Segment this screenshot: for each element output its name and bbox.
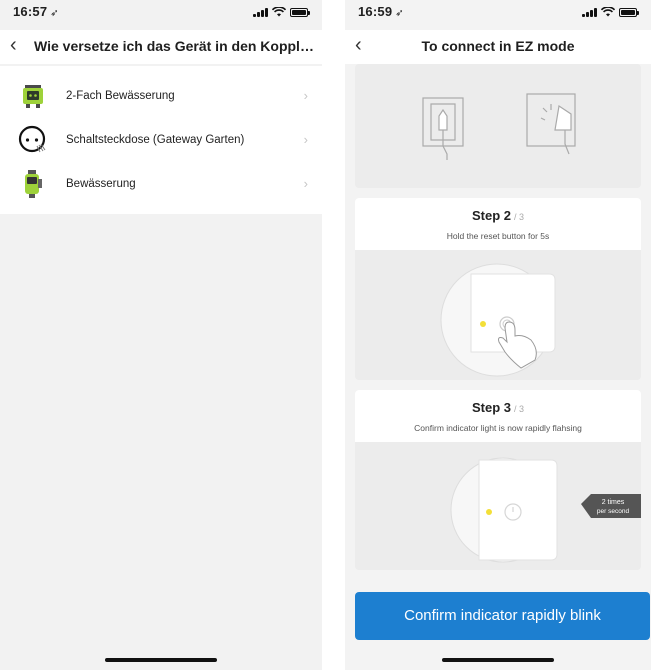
right-phone-screen: 16:59 ➶ ‹ To connect in EZ mode Step 2/ 3 <box>345 0 651 670</box>
nav-bar: ‹ To connect in EZ mode <box>345 30 651 64</box>
chevron-right-icon: › <box>303 176 308 191</box>
status-time: 16:59 ➶ <box>358 4 404 19</box>
step-2-card: Step 2/ 3 Hold the reset button for 5s <box>355 198 641 380</box>
device-label: Bewässerung <box>66 178 136 190</box>
wifi-icon <box>601 7 615 17</box>
nav-bar: ‹ Wie versetze ich das Gerät in den Kopp… <box>0 30 322 64</box>
device-list: 2-Fach Bewässerung › Schaltsteckdose (Ga… <box>0 66 322 214</box>
water-timer-icon <box>18 169 48 199</box>
device-label: 2-Fach Bewässerung <box>66 90 175 102</box>
home-indicator <box>442 658 554 662</box>
back-chevron-icon[interactable]: ‹ <box>10 34 17 57</box>
step-2-description: Hold the reset button for 5s <box>446 231 550 241</box>
left-phone-screen: 16:57 ➶ ‹ Wie versetze ich das Gerät in d… <box>0 0 322 670</box>
blink-rate-line2: per second <box>597 508 630 515</box>
location-arrow-icon: ➶ <box>50 8 59 19</box>
indicator-blinking-illustration: 2 times per second <box>450 457 641 563</box>
step-2-of: / 3 <box>514 212 525 222</box>
water-timer-double-icon <box>18 81 48 111</box>
status-time: 16:57 ➶ <box>13 4 59 19</box>
device-item-2fach-bewaesserung[interactable]: 2-Fach Bewässerung › <box>0 74 322 118</box>
page-title: Wie versetze ich das Gerät in den Kopplu… <box>34 38 314 54</box>
location-arrow-icon: ➶ <box>395 8 404 19</box>
device-item-bewaesserung[interactable]: Bewässerung › <box>0 162 322 206</box>
page-title: To connect in EZ mode <box>421 38 575 54</box>
battery-icon <box>619 7 639 17</box>
device-label: Schaltsteckdose (Gateway Garten) <box>66 134 245 146</box>
status-bar: 16:59 ➶ <box>345 0 651 26</box>
press-reset-illustration <box>440 263 556 377</box>
home-indicator <box>105 658 217 662</box>
step-3-description: Confirm indicator light is now rapidly f… <box>414 423 582 433</box>
battery-icon <box>290 7 310 17</box>
step-1-card <box>355 64 641 188</box>
confirm-blink-button[interactable]: Confirm indicator rapidly blink <box>355 592 650 640</box>
step-3-of: / 3 <box>514 404 525 414</box>
cellular-signal-icon <box>582 7 597 17</box>
device-item-schaltsteckdose[interactable]: Schaltsteckdose (Gateway Garten) › <box>0 118 322 162</box>
blink-rate-line1: 2 times <box>602 499 625 506</box>
wifi-icon <box>272 7 286 17</box>
cellular-signal-icon <box>253 7 268 17</box>
smart-plug-icon <box>18 125 48 155</box>
step-3-card: Step 3/ 3 Confirm indicator light is now… <box>355 390 641 570</box>
status-bar: 16:57 ➶ <box>0 0 322 26</box>
plug-into-socket-illustration <box>422 93 576 160</box>
chevron-right-icon: › <box>303 88 308 103</box>
step-3-title: Step 3/ 3 <box>471 400 525 415</box>
step-2-title: Step 2/ 3 <box>471 208 525 223</box>
chevron-right-icon: › <box>303 132 308 147</box>
